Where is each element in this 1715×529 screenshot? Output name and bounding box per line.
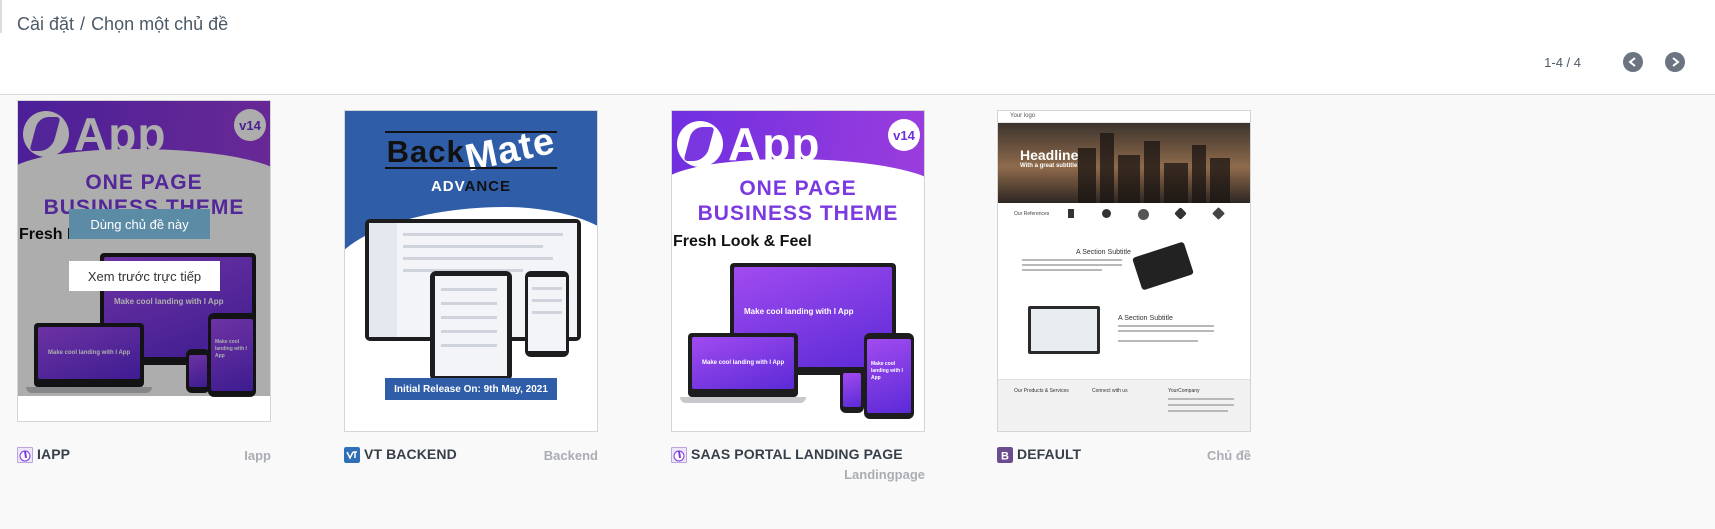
theme-name: VT BACKEND: [364, 446, 457, 462]
live-preview-button[interactable]: Xem trước trực tiếp: [69, 261, 220, 291]
laptop-mockup: Make cool landing with I App: [688, 333, 798, 397]
theme-name: IAPP: [37, 446, 71, 462]
thumb-subtitle-a: ADV: [430, 178, 465, 195]
theme-kanban: App v14 ONE PAGE BUSINESS THEME Fresh Lo…: [0, 100, 1715, 529]
thumb-footer-col-3: YourCompany: [1168, 388, 1200, 394]
thumb-headline: Headline: [1020, 147, 1079, 163]
thumb-references: Our References: [1014, 211, 1050, 217]
thumb-tagline: Fresh Look & Feel: [673, 233, 812, 250]
laptop-base: [680, 397, 806, 403]
svg-text:B: B: [1001, 451, 1009, 463]
control-panel: Cài đặt / Chọn một chủ đề 1-4 / 4: [0, 0, 1715, 95]
pager-next-button[interactable]: [1665, 52, 1685, 72]
ref-logo-icon: [1174, 207, 1187, 220]
thumb-rule-bottom: [385, 167, 557, 169]
breadcrumb-current: Chọn một chủ đề: [91, 14, 229, 34]
iapp-module-icon: [17, 447, 33, 463]
ref-logo-icon: [1102, 209, 1111, 218]
thumb-subtitle: ADVANCE: [345, 178, 597, 195]
card-footer: B DEFAULT Chủ đề: [997, 446, 1251, 490]
breadcrumb-separator: /: [80, 14, 86, 34]
laptop-screen-text: Make cool landing with I App: [702, 360, 785, 366]
thumb-section-title-1: A Section Subtitle: [1076, 249, 1131, 256]
chevron-right-icon: [1672, 57, 1680, 67]
saas-module-icon: [671, 447, 687, 463]
thumb-title-a: Back: [386, 134, 465, 169]
theme-category: Backend: [543, 448, 598, 463]
screen-text: Make cool landing with I App: [744, 307, 854, 316]
card-footer: IAPP Iapp: [17, 446, 271, 490]
theme-thumbnail[interactable]: Your logo Headline With a great subtitle…: [997, 110, 1251, 432]
thumb-subtitle-b: ANCE: [464, 178, 512, 195]
hover-overlay: [18, 101, 270, 396]
phone-mockup: [840, 367, 864, 413]
breadcrumb-settings-link[interactable]: Cài đặt: [17, 14, 74, 35]
left-divider: [0, 0, 2, 33]
thumb-title-b: Mate: [461, 120, 559, 180]
pager: 1-4 / 4: [1544, 52, 1685, 72]
thumb-tablet-image: [1132, 241, 1194, 291]
tablet-screen-text: Make cool landing with I App: [871, 361, 903, 381]
theme-category: Iapp: [244, 448, 271, 463]
theme-category: Landingpage: [844, 467, 925, 482]
default-module-icon: B: [997, 447, 1013, 463]
thumb-footer-col-2: Connect with us: [1092, 388, 1128, 394]
thumb-release-banner: Initial Release On: 9th May, 2021: [385, 378, 557, 400]
chevron-left-icon: [1628, 57, 1636, 67]
thumb-line2: BUSINESS THEME: [697, 202, 899, 225]
thumb-monitor-image: [1028, 306, 1100, 354]
ref-logo-icon: [1212, 207, 1225, 220]
thumb-navbar: Your logo: [998, 111, 1250, 123]
theme-name: DEFAULT: [1017, 446, 1082, 462]
theme-thumbnail[interactable]: BackMate ADVANCE Initial Release On: 9th…: [344, 110, 598, 432]
thumb-logo-text: App: [728, 118, 821, 170]
pager-previous-button[interactable]: [1623, 52, 1643, 72]
thumb-subtitle: With a great subtitle: [1020, 163, 1078, 169]
theme-name: SAAS PORTAL LANDING PAGE: [691, 446, 903, 462]
theme-thumbnail[interactable]: App v14 ONE PAGE BUSINESS THEME Fresh Lo…: [17, 100, 271, 422]
thumb-footer-col-1: Our Products & Services: [1014, 388, 1069, 394]
tablet-mockup: [430, 271, 512, 381]
ref-logo-icon: [1138, 209, 1149, 220]
thumb-version-badge: v14: [888, 119, 920, 151]
tablet-mockup: Make cool landing with I App: [864, 333, 914, 419]
card-footer: SAAS PORTAL LANDING PAGE Landingpage: [671, 446, 925, 490]
pager-value[interactable]: 1-4 / 4: [1544, 55, 1581, 70]
theme-thumbnail[interactable]: App v14 ONE PAGE BUSINESS THEME Fresh Lo…: [671, 110, 925, 432]
use-theme-button[interactable]: Dùng chủ đề này: [69, 209, 210, 239]
thumb-section-title-2: A Section Subtitle: [1118, 315, 1173, 322]
ref-logo-icon: [1068, 209, 1074, 218]
card-footer: VT BACKEND Backend: [344, 446, 598, 490]
thumb-line1: ONE PAGE: [739, 177, 857, 200]
breadcrumb: Cài đặt / Chọn một chủ đề: [17, 14, 228, 35]
thumb-logo: Your logo: [1010, 113, 1036, 119]
vt-backend-module-icon: [344, 447, 360, 463]
phone-mockup: [525, 271, 569, 357]
thumb-footer: Our Products & Services Connect with us …: [998, 379, 1250, 431]
thumb-title: BackMate: [345, 120, 597, 180]
theme-category: Chủ đề: [1206, 448, 1251, 463]
